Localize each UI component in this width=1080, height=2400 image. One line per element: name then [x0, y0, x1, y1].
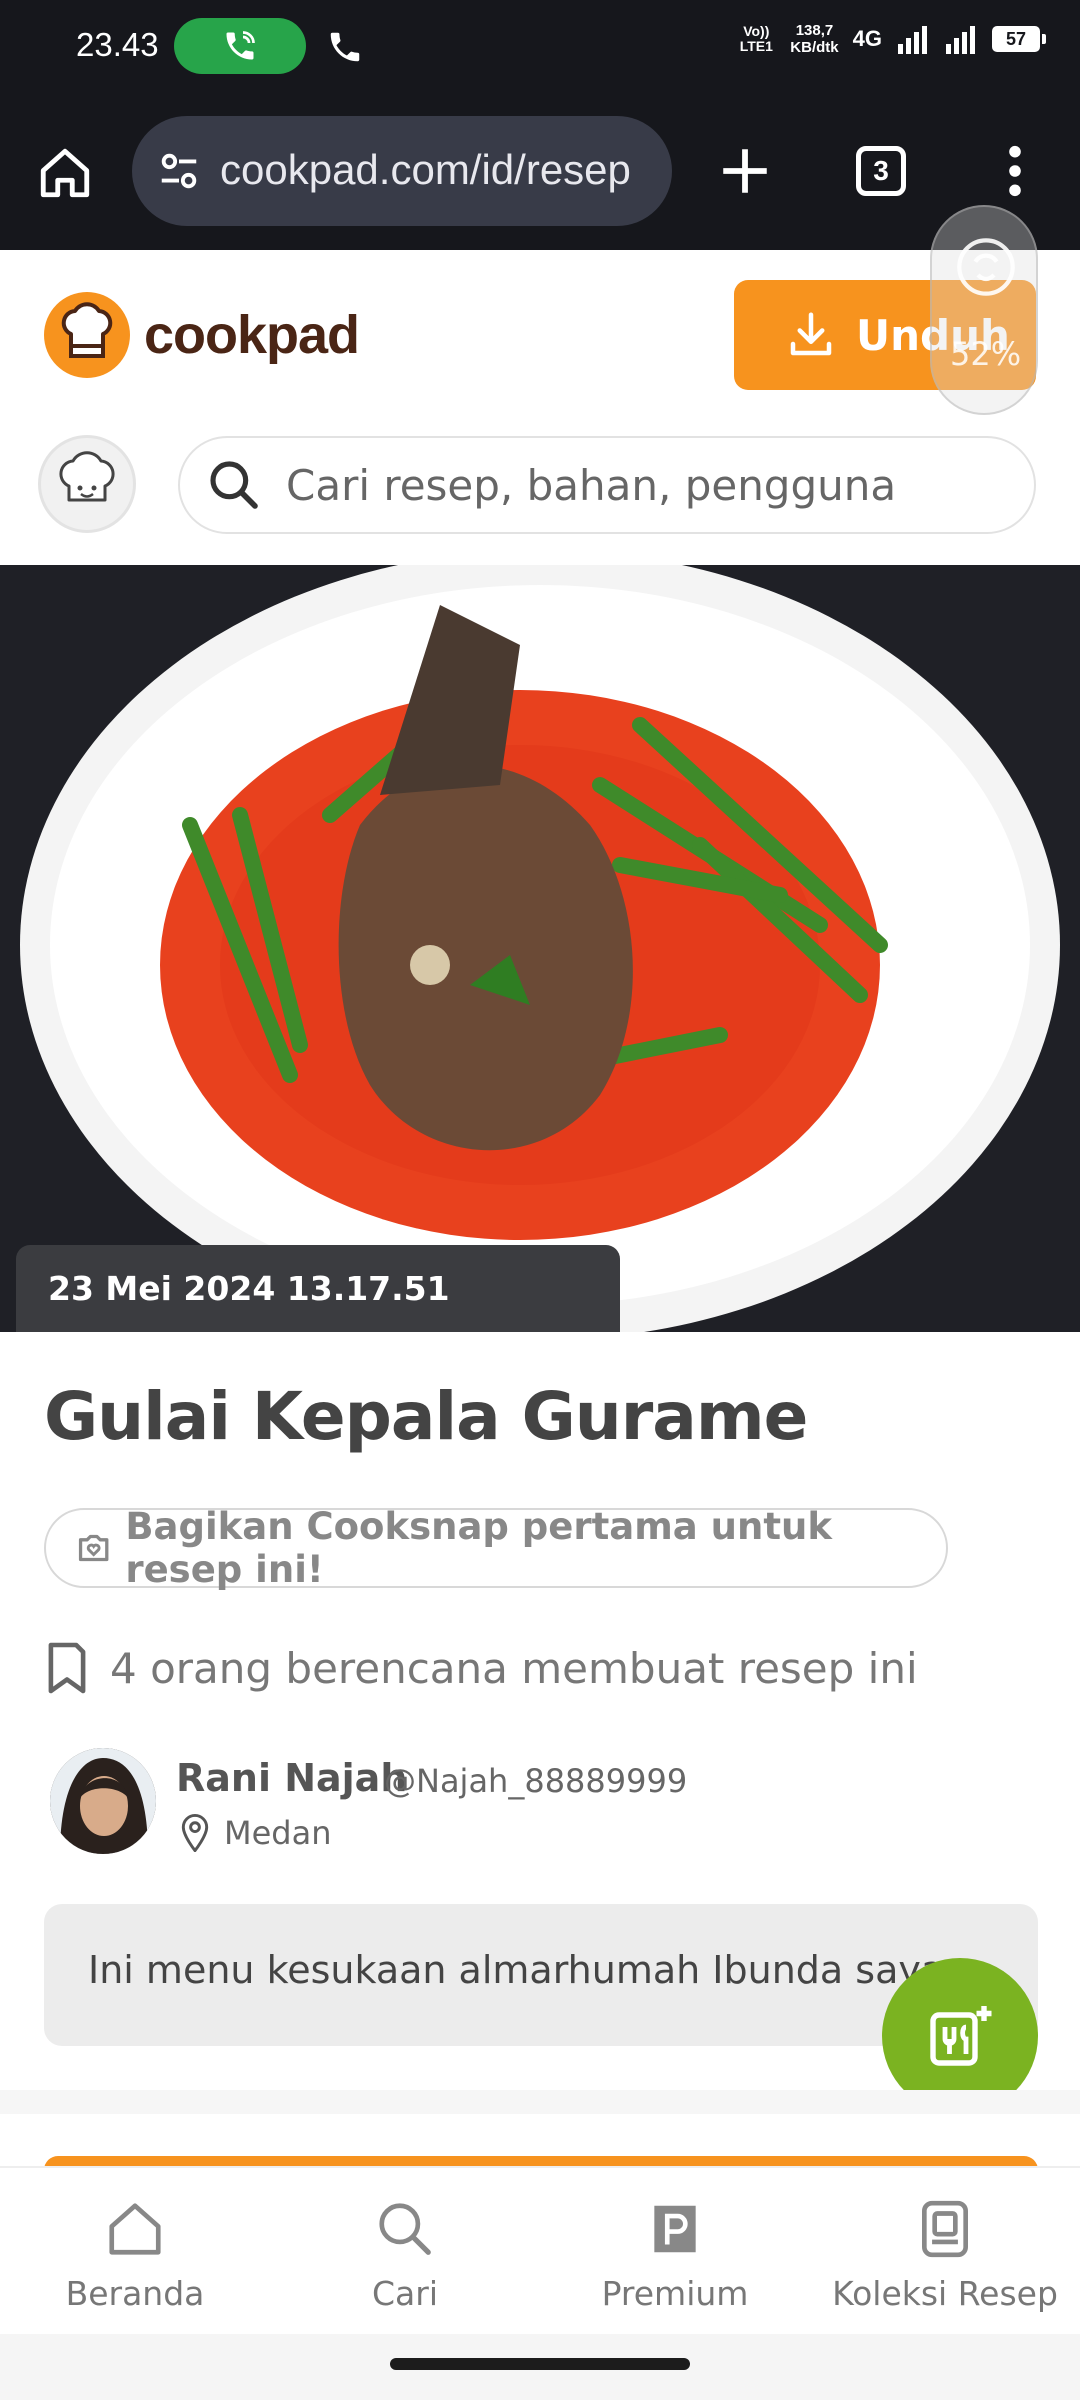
network-type: 4G — [852, 26, 882, 51]
gesture-bar-area — [0, 2334, 1080, 2400]
section-divider — [0, 2090, 1080, 2114]
camera-heart-icon — [78, 1534, 109, 1562]
battery-indicator: 57 — [992, 26, 1046, 52]
browser-home-icon[interactable] — [36, 144, 94, 202]
cooksnap-label: Bagikan Cooksnap pertama untuk resep ini… — [125, 1505, 832, 1591]
url-text: cookpad.com/id/resep — [220, 146, 631, 193]
brand-name: cookpad — [144, 305, 360, 365]
wifi-call-icon — [226, 31, 255, 60]
author-info[interactable]: Rani Najah @Najah_88889999 Medan — [44, 1748, 944, 1860]
bookmark-icon — [48, 1642, 86, 1694]
nav-item-beranda[interactable]: Beranda — [0, 2198, 270, 2313]
nav-label-koleksi-resep: Koleksi Resep — [832, 2274, 1058, 2313]
nav-label-premium: Premium — [601, 2274, 749, 2313]
status-bar: 23.43 Vo)) LTE1 138,7 KB/dtk 4G 57 — [0, 0, 1080, 100]
signal-icon-2 — [946, 26, 975, 54]
share-cooksnap-button[interactable]: Bagikan Cooksnap pertama untuk resep ini… — [44, 1505, 948, 1591]
tab-switcher-button[interactable]: 3 — [856, 146, 906, 196]
more-menu-icon[interactable] — [1000, 142, 1030, 200]
overlay-percent: 52% — [950, 335, 1022, 373]
nav-label-cari: Cari — [372, 2274, 438, 2313]
signal-icon-1 — [898, 26, 927, 54]
premium-icon — [654, 2205, 696, 2253]
phone-icon — [330, 32, 360, 62]
browser-toolbar: cookpad.com/id/resep 3 — [0, 100, 1080, 250]
plans-text: 4 orang berencana membuat resep ini — [110, 1643, 918, 1693]
chef-avatar-icon — [59, 451, 115, 502]
cookpad-logo[interactable]: cookpad — [44, 292, 360, 378]
face-icon — [957, 238, 1015, 296]
add-recipe-icon — [930, 2006, 992, 2066]
curry-dish-image — [0, 565, 1080, 1332]
location-text: Medan — [224, 1814, 332, 1852]
author-name[interactable]: Rani Najah — [176, 1756, 407, 1800]
nav-item-premium[interactable]: Premium — [540, 2198, 810, 2313]
search-input[interactable]: Cari resep, bahan, pengguna — [178, 436, 1036, 534]
network-speed: 138,7 KB/dtk — [790, 22, 839, 56]
author-avatar[interactable] — [50, 1748, 156, 1854]
bottom-navigation: Beranda Cari Premium Koleksi Resep — [0, 2166, 1080, 2334]
home-icon — [109, 2203, 161, 2255]
planned-count: 4 orang berencana membuat resep ini — [44, 1640, 918, 1696]
download-icon — [790, 312, 832, 356]
volte-indicator: Vo)) LTE1 — [739, 23, 773, 54]
ongoing-call-pill[interactable] — [174, 18, 306, 74]
user-avatar[interactable] — [38, 435, 136, 533]
floating-overlay-bubble[interactable]: 52% — [930, 205, 1038, 415]
site-settings-icon[interactable] — [156, 148, 202, 194]
author-handle: @Najah_88889999 — [384, 1762, 688, 1800]
recipe-collection-icon — [922, 2200, 968, 2258]
new-tab-icon[interactable] — [716, 142, 774, 200]
author-location: Medan — [180, 1814, 332, 1852]
photo-date-badge: 23 Mei 2024 13.17.51 — [16, 1245, 620, 1332]
author-photo — [50, 1748, 156, 1854]
search-placeholder: Cari resep, bahan, pengguna — [286, 460, 897, 510]
site-header: cookpad Unduh 52% Cari resep, bahan, pen… — [0, 205, 1080, 565]
nav-item-cari[interactable]: Cari — [270, 2198, 540, 2313]
search-icon — [379, 2203, 431, 2255]
nav-item-koleksi-resep[interactable]: Koleksi Resep — [810, 2198, 1080, 2313]
recipe-title: Gulai Kepala Gurame — [44, 1378, 808, 1455]
nav-label-beranda: Beranda — [65, 2274, 205, 2313]
address-bar[interactable]: cookpad.com/id/resep — [132, 116, 672, 226]
search-icon — [210, 461, 258, 509]
location-pin-icon — [181, 1814, 209, 1852]
status-time: 23.43 — [76, 26, 159, 63]
recipe-photo[interactable]: 23 Mei 2024 13.17.51 — [0, 565, 1080, 1332]
home-gesture-handle[interactable] — [390, 2358, 690, 2370]
chef-hat-logo-icon — [44, 292, 130, 378]
